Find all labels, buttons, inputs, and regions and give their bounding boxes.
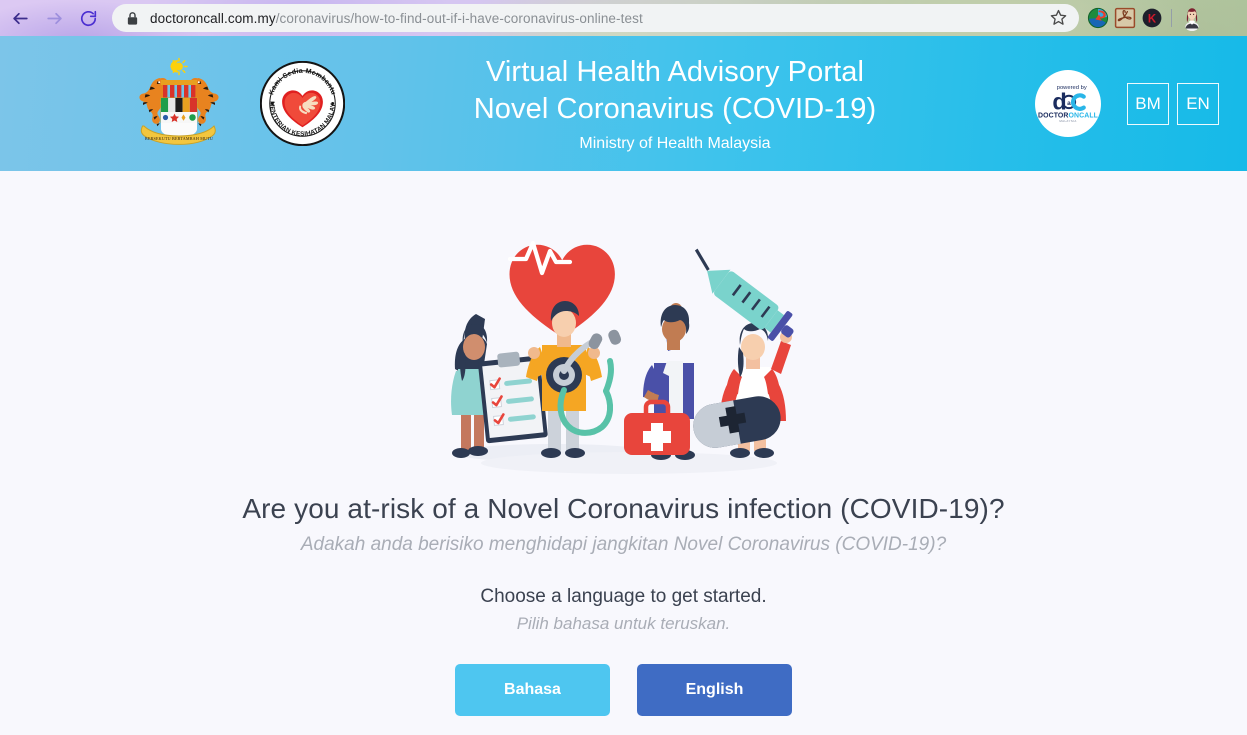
back-button[interactable] bbox=[4, 3, 36, 33]
ministry-of-health-malaysia-logo-icon: Kami Sedia Membantu KEMENTERIAN KESIHATA… bbox=[258, 56, 346, 147]
lang-button-bm[interactable]: BM bbox=[1127, 82, 1169, 125]
header-title-block: Virtual Health Advisory Portal Novel Cor… bbox=[345, 54, 1035, 154]
svg-text:MALAYSIA: MALAYSIA bbox=[1059, 119, 1076, 123]
choose-english-button[interactable]: English bbox=[637, 664, 792, 716]
idm-extension-icon[interactable] bbox=[1086, 6, 1110, 30]
forward-button[interactable] bbox=[38, 3, 70, 33]
browser-extension-icons: K bbox=[1086, 5, 1205, 32]
language-choice-buttons: Bahasa English bbox=[455, 664, 792, 716]
header-subtitle: Ministry of Health Malaysia bbox=[579, 135, 771, 153]
reload-button[interactable] bbox=[72, 3, 104, 33]
site-header: BERSEKUTU BERTAMBAH MUTU Kami Sedia Memb… bbox=[0, 36, 1247, 171]
doctoroncall-logo-badge[interactable]: powered by d a DOCTORONCALL MALAYSIA bbox=[1035, 70, 1101, 137]
profile-avatar-icon[interactable] bbox=[1179, 5, 1205, 32]
svg-text:K: K bbox=[1148, 13, 1157, 25]
url-domain: doctoroncall.com.my bbox=[150, 10, 276, 26]
header-logos: BERSEKUTU BERTAMBAH MUTU Kami Sedia Memb… bbox=[0, 54, 346, 154]
medical-team-illustration bbox=[414, 185, 834, 485]
url-path: /coronavirus/how-to-find-out-if-i-have-c… bbox=[275, 10, 643, 26]
lang-button-en[interactable]: EN bbox=[1177, 82, 1219, 125]
browser-toolbar: doctoroncall.com.my/coronavirus/how-to-f… bbox=[0, 0, 1247, 36]
adobe-acrobat-extension-icon[interactable] bbox=[1113, 6, 1137, 30]
svg-text:BERSEKUTU BERTAMBAH MUTU: BERSEKUTU BERTAMBAH MUTU bbox=[145, 136, 213, 141]
page-headline-malay: Adakah anda berisiko menghidapi jangkita… bbox=[300, 534, 947, 555]
header-language-toggle: BM EN bbox=[1127, 82, 1219, 125]
reload-icon bbox=[79, 9, 98, 28]
malaysia-coat-of-arms-icon: BERSEKUTU BERTAMBAH MUTU bbox=[120, 54, 238, 154]
address-bar[interactable]: doctoroncall.com.my/coronavirus/how-to-f… bbox=[112, 4, 1079, 32]
browser-nav-buttons bbox=[0, 3, 104, 33]
page-headline: Are you at-risk of a Novel Coronavirus i… bbox=[242, 493, 1005, 524]
url-text: doctoroncall.com.my/coronavirus/how-to-f… bbox=[150, 11, 1043, 26]
lock-icon bbox=[126, 11, 139, 26]
header-right-controls: powered by d a DOCTORONCALL MALAYSIA BM … bbox=[1035, 70, 1247, 137]
back-arrow-icon bbox=[11, 9, 30, 28]
doc-wordmark-d: d bbox=[1052, 88, 1066, 114]
svg-text:a: a bbox=[1067, 100, 1071, 107]
bookmark-star-icon[interactable] bbox=[1049, 8, 1069, 28]
forward-arrow-icon bbox=[45, 9, 64, 28]
choose-bahasa-button[interactable]: Bahasa bbox=[455, 664, 610, 716]
toolbar-divider bbox=[1171, 9, 1172, 27]
header-title-line2: Novel Coronavirus (COVID-19) bbox=[473, 93, 877, 125]
kaspersky-extension-icon[interactable]: K bbox=[1140, 6, 1164, 30]
header-title-line1: Virtual Health Advisory Portal bbox=[485, 55, 865, 88]
main-content: Are you at-risk of a Novel Coronavirus i… bbox=[0, 171, 1247, 735]
language-prompt: Choose a language to get started. bbox=[480, 586, 767, 607]
doctoroncall-logo-icon: powered by d a DOCTORONCALL MALAYSIA bbox=[1037, 70, 1099, 137]
language-prompt-malay: Pilih bahasa untuk teruskan. bbox=[516, 614, 731, 633]
